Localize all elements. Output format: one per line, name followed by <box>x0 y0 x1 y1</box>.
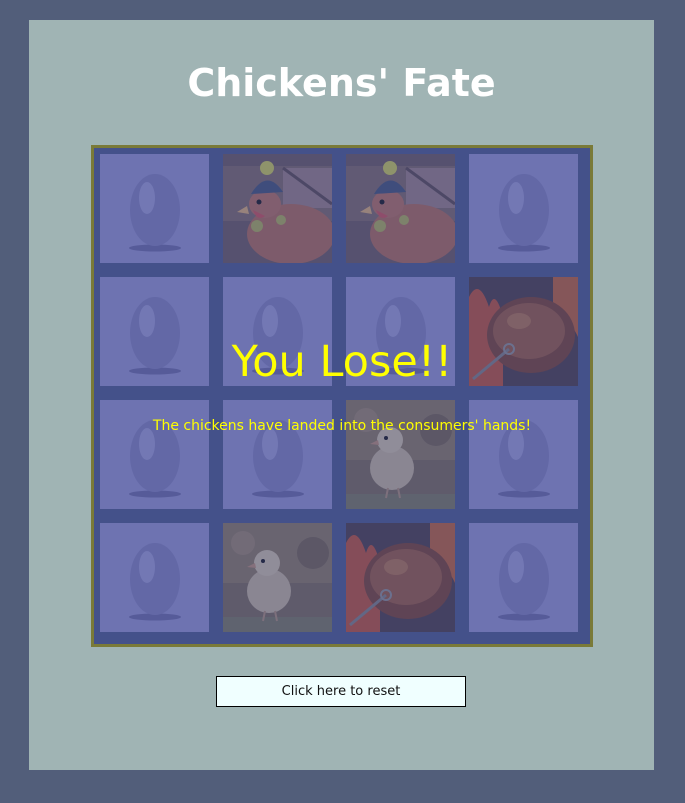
egg-icon <box>346 277 455 386</box>
card-hen[interactable] <box>223 154 332 263</box>
card-roast[interactable] <box>346 523 455 632</box>
card-egg[interactable] <box>223 400 332 509</box>
egg-icon <box>100 523 209 632</box>
chick-icon <box>223 523 332 632</box>
game-panel: Chickens' Fate You Lose!! The chickens h… <box>29 20 654 770</box>
page-title: Chickens' Fate <box>187 61 496 105</box>
chick-icon <box>346 400 455 509</box>
egg-icon <box>223 277 332 386</box>
egg-icon <box>100 154 209 263</box>
card-egg[interactable] <box>100 523 209 632</box>
card-egg[interactable] <box>469 523 578 632</box>
egg-icon <box>100 400 209 509</box>
card-roast[interactable] <box>469 277 578 386</box>
roast-chicken-icon <box>346 523 455 632</box>
hen-in-hat-icon <box>223 154 332 263</box>
card-egg[interactable] <box>346 277 455 386</box>
card-egg[interactable] <box>469 154 578 263</box>
card-egg[interactable] <box>100 154 209 263</box>
card-egg[interactable] <box>223 277 332 386</box>
hen-in-hat-icon <box>346 154 455 263</box>
card-hen[interactable] <box>346 154 455 263</box>
reset-button[interactable]: Click here to reset <box>216 676 466 707</box>
game-board: You Lose!! The chickens have landed into… <box>91 145 593 647</box>
card-chick[interactable] <box>346 400 455 509</box>
card-egg[interactable] <box>100 277 209 386</box>
egg-icon <box>469 400 578 509</box>
card-egg[interactable] <box>100 400 209 509</box>
egg-icon <box>469 154 578 263</box>
card-egg[interactable] <box>469 400 578 509</box>
egg-icon <box>100 277 209 386</box>
egg-icon <box>223 400 332 509</box>
card-chick[interactable] <box>223 523 332 632</box>
roast-chicken-icon <box>469 277 578 386</box>
egg-icon <box>469 523 578 632</box>
